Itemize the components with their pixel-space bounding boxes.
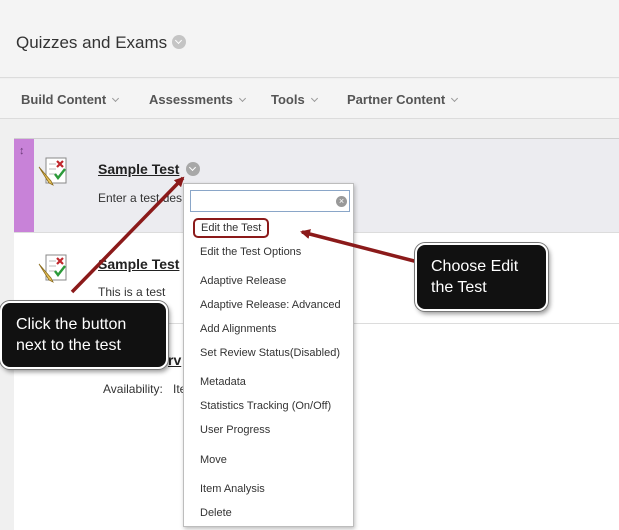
menu-item-item-analysis[interactable]: Item Analysis bbox=[200, 483, 265, 495]
partner-content-menu[interactable]: Partner Content bbox=[347, 92, 459, 107]
tools-label: Tools bbox=[271, 92, 305, 107]
page-header: Quizzes and Exams bbox=[0, 0, 619, 78]
menu-item-delete[interactable]: Delete bbox=[200, 507, 232, 519]
chevron-down-icon bbox=[451, 94, 459, 103]
drag-handle[interactable]: ↕ bbox=[14, 139, 34, 232]
test-icon bbox=[38, 157, 67, 186]
tools-menu[interactable]: Tools bbox=[271, 92, 318, 107]
context-menu: × Edit the Test Edit the Test Options Ad… bbox=[183, 183, 354, 527]
item-title-link[interactable]: rv bbox=[168, 352, 181, 368]
menu-item-metadata[interactable]: Metadata bbox=[200, 376, 246, 388]
chevron-down-icon bbox=[310, 94, 318, 103]
page-title-text: Quizzes and Exams bbox=[16, 33, 168, 52]
item-title-link[interactable]: Sample Test bbox=[98, 161, 179, 177]
chevron-down-icon bbox=[112, 94, 120, 103]
menu-item-user-progress[interactable]: User Progress bbox=[200, 424, 270, 436]
item-description: This is a test bbox=[98, 285, 166, 299]
callout-click-button: Click the button next to the test bbox=[0, 301, 168, 369]
test-icon bbox=[38, 254, 67, 283]
clear-icon[interactable]: × bbox=[336, 196, 347, 207]
menu-search-input[interactable] bbox=[190, 190, 350, 212]
callout-edit-test: Choose Edit the Test bbox=[415, 243, 548, 311]
assessments-label: Assessments bbox=[149, 92, 233, 107]
menu-item-set-review-status[interactable]: Set Review Status(Disabled) bbox=[200, 347, 340, 359]
menu-item-adaptive-release[interactable]: Adaptive Release bbox=[200, 275, 286, 287]
item-title-link[interactable]: Sample Test bbox=[98, 256, 179, 272]
assessments-menu[interactable]: Assessments bbox=[149, 92, 246, 107]
menu-item-add-alignments[interactable]: Add Alignments bbox=[200, 323, 276, 335]
chevron-down-icon bbox=[238, 94, 246, 103]
action-bar: Build Content Assessments Tools Partner … bbox=[0, 79, 619, 119]
build-content-menu[interactable]: Build Content bbox=[21, 92, 120, 107]
partner-content-label: Partner Content bbox=[347, 92, 446, 107]
page-options-icon[interactable] bbox=[172, 35, 187, 49]
reorder-arrows-icon: ↕ bbox=[19, 145, 25, 157]
context-menu-button[interactable] bbox=[186, 162, 200, 176]
menu-item-adaptive-release-advanced[interactable]: Adaptive Release: Advanced bbox=[200, 299, 341, 311]
menu-item-move[interactable]: Move bbox=[200, 454, 227, 466]
menu-item-edit-test-options[interactable]: Edit the Test Options bbox=[200, 246, 301, 258]
availability-label: Availability: bbox=[103, 382, 163, 396]
build-content-label: Build Content bbox=[21, 92, 107, 107]
item-description: Enter a test des bbox=[98, 191, 183, 205]
menu-item-statistics-tracking[interactable]: Statistics Tracking (On/Off) bbox=[200, 400, 331, 412]
menu-item-edit-the-test[interactable]: Edit the Test bbox=[193, 218, 270, 238]
page-title: Quizzes and Exams bbox=[16, 33, 187, 53]
